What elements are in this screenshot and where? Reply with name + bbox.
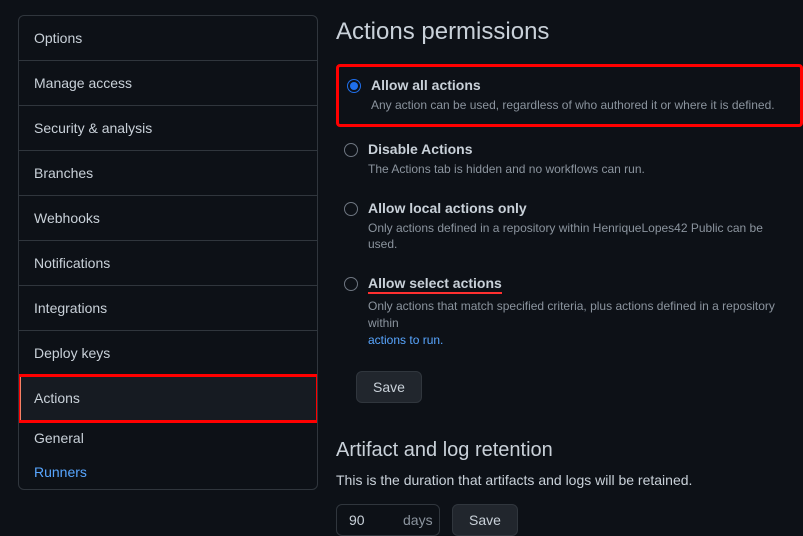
radio-allow-all[interactable] [347,79,361,93]
actions-to-run-link[interactable]: actions to run. [368,333,443,347]
perm-label-disable: Disable Actions [368,141,793,157]
main-content: Actions permissions Allow all actions An… [318,0,803,532]
perm-option-select[interactable]: Allow select actions Only actions that m… [336,267,803,356]
retention-days-input[interactable] [349,512,379,528]
sidebar-item-security-analysis[interactable]: Security & analysis [19,106,317,151]
artifact-retention-desc: This is the duration that artifacts and … [336,472,803,488]
sidebar-item-webhooks[interactable]: Webhooks [19,196,317,241]
retention-days-field[interactable]: days [336,504,440,536]
settings-sidebar: Options Manage access Security & analysi… [18,15,318,490]
sidebar-item-notifications[interactable]: Notifications [19,241,317,286]
sidebar-item-actions[interactable]: Actions [19,376,317,421]
save-retention-button[interactable]: Save [452,504,518,536]
permissions-group: Allow all actions Any action can be used… [336,64,803,403]
perm-desc-select: Only actions that match specified criter… [368,298,793,348]
sidebar-item-branches[interactable]: Branches [19,151,317,196]
perm-option-local-only[interactable]: Allow local actions only Only actions de… [336,192,803,262]
perm-desc-disable: The Actions tab is hidden and no workflo… [368,161,793,178]
sidebar-item-manage-access[interactable]: Manage access [19,61,317,106]
radio-disable[interactable] [344,143,358,157]
sidebar-item-integrations[interactable]: Integrations [19,286,317,331]
sidebar-subitem-runners[interactable]: Runners [19,455,317,489]
save-permissions-button[interactable]: Save [356,371,422,403]
artifact-retention-title: Artifact and log retention [336,439,803,462]
sidebar-item-deploy-keys[interactable]: Deploy keys [19,331,317,376]
retention-days-unit: days [403,512,433,528]
perm-option-disable[interactable]: Disable Actions The Actions tab is hidde… [336,133,803,186]
radio-local-only[interactable] [344,202,358,216]
radio-select[interactable] [344,277,358,291]
perm-label-allow-all: Allow all actions [371,77,790,93]
perm-option-allow-all[interactable]: Allow all actions Any action can be used… [336,64,803,127]
perm-label-select: Allow select actions [368,275,793,294]
perm-desc-allow-all: Any action can be used, regardless of wh… [371,97,790,114]
perm-desc-local-only: Only actions defined in a repository wit… [368,220,793,254]
artifact-retention-row: days Save [336,504,803,536]
actions-permissions-title: Actions permissions [336,18,803,46]
sidebar-subitem-general[interactable]: General [19,421,317,455]
perm-label-local-only: Allow local actions only [368,200,793,216]
sidebar-item-options[interactable]: Options [19,16,317,61]
